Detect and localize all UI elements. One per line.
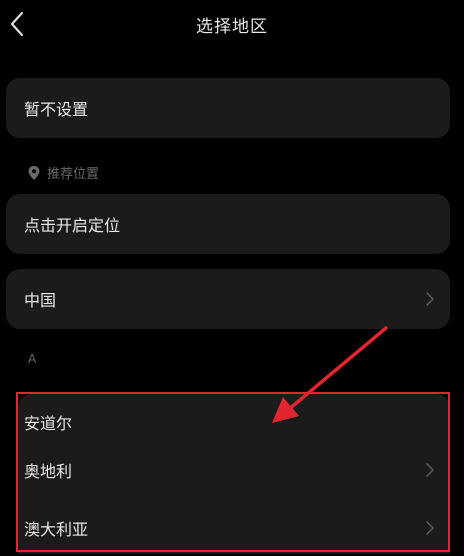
enable-location-label: 点击开启定位 [24, 216, 121, 235]
region-label: 澳大利亚 [24, 520, 89, 539]
region-label: 安道尔 [24, 414, 73, 433]
index-letter-a: A [28, 352, 37, 366]
chevron-right-icon [426, 521, 434, 535]
region-item-austria[interactable]: 奥地利 [18, 442, 450, 498]
recommended-section-label: 推荐位置 [28, 163, 99, 182]
header-bar: 选择地区 [0, 0, 464, 48]
no-setting-label: 暂不设置 [24, 100, 89, 119]
no-setting-option[interactable]: 暂不设置 [6, 78, 450, 138]
region-list: 安道尔 奥地利 澳大利亚 [18, 394, 450, 554]
region-item-australia[interactable]: 澳大利亚 [18, 500, 450, 556]
recommended-label: 推荐位置 [47, 167, 100, 182]
location-pin-icon [28, 165, 40, 180]
chevron-right-icon [426, 292, 434, 306]
page-title: 选择地区 [196, 17, 268, 37]
region-label: 奥地利 [24, 462, 73, 481]
country-china-item[interactable]: 中国 [6, 269, 450, 329]
chevron-right-icon [426, 463, 434, 477]
enable-location-option[interactable]: 点击开启定位 [6, 194, 450, 254]
country-china-label: 中国 [24, 291, 57, 310]
